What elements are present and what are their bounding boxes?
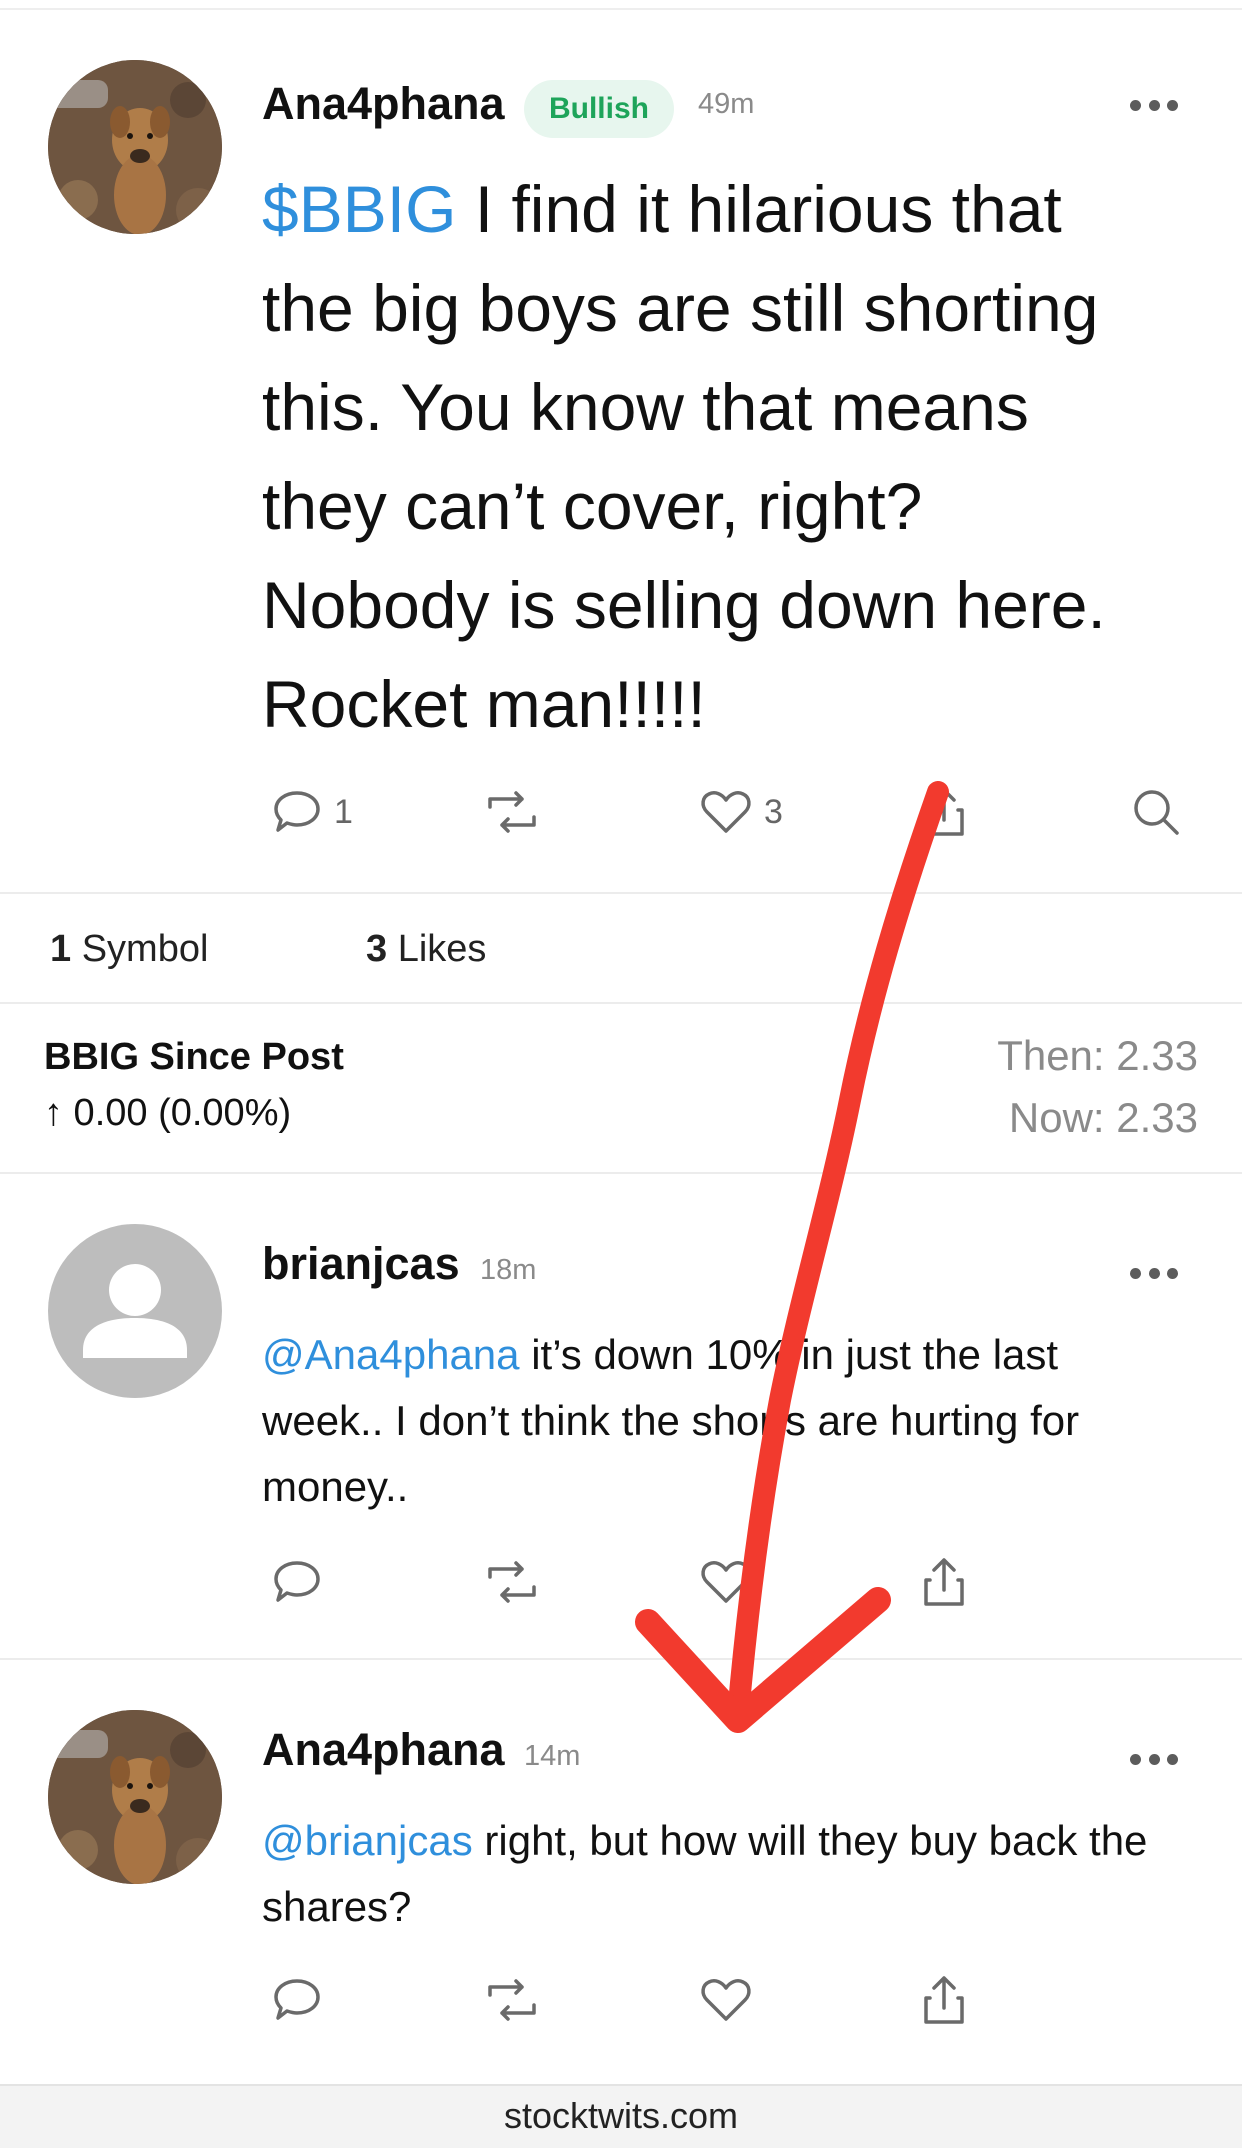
reply-time: 14m <box>524 1740 581 1772</box>
avatar[interactable] <box>48 1710 222 1884</box>
share-icon <box>924 1976 964 2024</box>
reply-username[interactable]: brianjcas <box>262 1238 460 1290</box>
reply-actions <box>0 1552 1242 1612</box>
post-stats: 1 Symbol 3 Likes <box>0 900 1242 1000</box>
reply-actions <box>0 1970 1242 2030</box>
post-actions: 1 3 <box>0 782 1242 842</box>
reply-body: @Ana4phana it’s down 10% in just the las… <box>262 1322 1182 1520</box>
post-time: 49m <box>698 88 755 120</box>
likes-stat[interactable]: 3 Likes <box>366 928 486 971</box>
search-button[interactable] <box>1130 782 1182 842</box>
since-post-change: ↑ 0.00 (0.00%) <box>44 1092 292 1134</box>
symbol-count: 1 <box>50 928 72 970</box>
share-button[interactable] <box>922 1552 966 1612</box>
main-post: Ana4phana Bullish 49m $BBIG I find it hi… <box>0 0 1242 890</box>
reshare-button[interactable] <box>482 1970 542 2030</box>
more-icon[interactable] <box>1130 100 1178 112</box>
like-icon <box>701 791 751 833</box>
like-button[interactable] <box>700 1970 752 2030</box>
since-post-title: BBIG Since Post <box>44 1036 344 1078</box>
likes-count: 3 <box>366 928 388 970</box>
like-icon <box>701 1979 751 2021</box>
reshare-icon <box>488 1979 536 2021</box>
avatar[interactable] <box>48 60 222 234</box>
reply-username[interactable]: Ana4phana <box>262 1724 505 1776</box>
avatar[interactable] <box>48 1224 222 1398</box>
reply-body: @brianjcas right, but how will they buy … <box>262 1808 1182 1940</box>
browser-domain-bar[interactable]: stocktwits.com <box>0 2084 1242 2148</box>
like-button[interactable] <box>700 1552 752 1612</box>
reshare-icon <box>488 791 536 833</box>
search-icon <box>1134 790 1179 835</box>
reshare-button[interactable] <box>482 782 542 842</box>
domain-label: stocktwits.com <box>503 2095 739 2136</box>
reply-post: Ana4phana 14m @brianjcas right, but how … <box>0 1660 1242 2080</box>
post-username[interactable]: Ana4phana <box>262 78 505 130</box>
symbol-stat[interactable]: 1 Symbol <box>50 928 208 971</box>
comment-button[interactable]: 1 <box>272 782 353 842</box>
since-post-panel[interactable]: BBIG Since Post ↑ 0.00 (0.00%) Then: 2.3… <box>0 1006 1242 1174</box>
more-icon[interactable] <box>1130 1268 1178 1280</box>
user-placeholder-icon <box>83 1264 187 1358</box>
divider <box>0 892 1242 894</box>
share-button[interactable] <box>922 782 966 842</box>
reshare-icon <box>488 1561 536 1603</box>
divider <box>0 1002 1242 1004</box>
comment-icon <box>274 1561 320 1602</box>
price-now: Now: 2.33 <box>1008 1094 1198 1141</box>
share-button[interactable] <box>922 1970 966 2030</box>
share-icon <box>924 788 964 836</box>
comment-icon <box>274 1979 320 2020</box>
like-icon <box>701 1561 751 1603</box>
reply-post: brianjcas 18m @Ana4phana it’s down 10% i… <box>0 1174 1242 1658</box>
reply-time: 18m <box>480 1254 537 1286</box>
comment-icon <box>274 791 320 832</box>
share-icon <box>924 1558 964 1606</box>
mention-link[interactable]: @brianjcas <box>262 1817 473 1864</box>
comment-button[interactable] <box>272 1970 322 2030</box>
mention-link[interactable]: @Ana4phana <box>262 1331 520 1378</box>
ticker-link[interactable]: $BBIG <box>262 172 456 246</box>
dog-photo-icon <box>48 60 222 234</box>
post-body: $BBIG I find it hilarious that the big b… <box>262 160 1162 754</box>
reshare-button[interactable] <box>482 1552 542 1612</box>
price-then: Then: 2.33 <box>997 1032 1198 1079</box>
dog-photo-icon <box>48 1710 222 1884</box>
sentiment-badge: Bullish <box>524 80 674 138</box>
comment-count: 1 <box>334 792 353 831</box>
more-icon[interactable] <box>1130 1754 1178 1766</box>
symbol-label: Symbol <box>81 928 209 970</box>
like-button[interactable]: 3 <box>700 782 783 842</box>
comment-button[interactable] <box>272 1552 322 1612</box>
post-text: I find it hilarious that the big boys ar… <box>262 172 1106 741</box>
like-count: 3 <box>764 792 783 831</box>
likes-label: Likes <box>397 928 487 970</box>
